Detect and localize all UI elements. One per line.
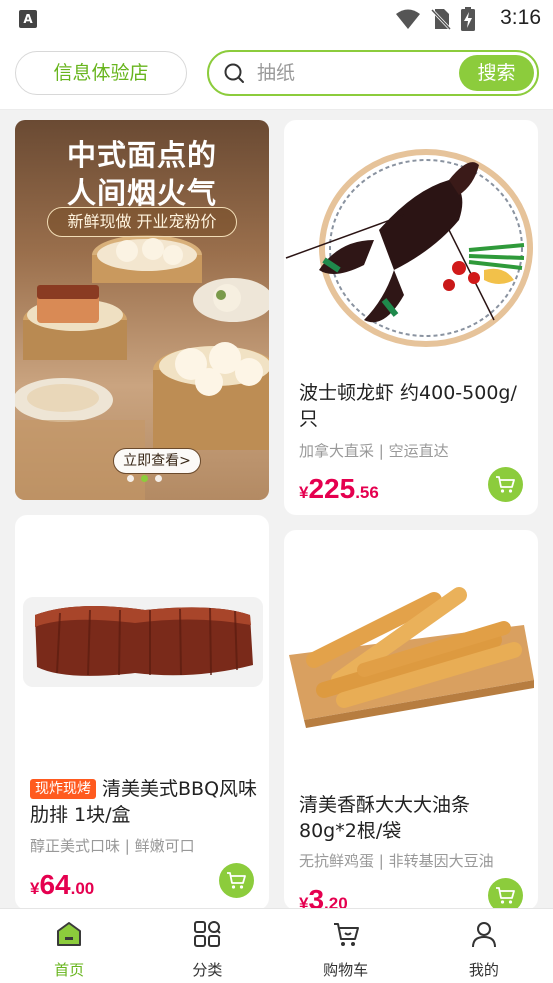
tab-home[interactable]: 首页 <box>0 909 138 983</box>
app-notification-icon: A <box>19 10 37 28</box>
banner-view-now-button[interactable]: 立即查看> <box>113 448 201 474</box>
search-bar[interactable]: 搜索 <box>207 50 539 96</box>
cart-icon <box>496 887 515 904</box>
product-description: 加拿大直采 | 空运直达 <box>299 442 449 460</box>
search-input[interactable] <box>257 59 447 87</box>
tab-cart[interactable]: 购物车 <box>277 909 415 983</box>
carousel-dot-active[interactable] <box>141 475 148 482</box>
product-price: ¥225.56 <box>299 473 379 504</box>
profile-icon <box>471 922 496 948</box>
tab-label: 分类 <box>192 961 223 979</box>
clock: 3:16 <box>500 6 541 29</box>
wifi-icon <box>396 9 420 29</box>
tab-label: 首页 <box>54 961 85 979</box>
banner-title-line2: 人间烟火气 <box>66 176 217 210</box>
carousel-indicator <box>127 475 162 482</box>
tab-label: 购物车 <box>323 961 369 979</box>
bottom-tab-bar: 首页 分类 购物车 我的 <box>0 908 553 983</box>
tab-label: 我的 <box>468 961 499 979</box>
product-image-fried-dough-sticks <box>289 587 534 728</box>
home-icon <box>57 922 82 946</box>
tab-profile[interactable]: 我的 <box>415 909 553 983</box>
product-card[interactable]: 现炸现烤 清美美式BBQ风味肋排 1块/盒 醇正美式口味 | 鲜嫩可口 ¥64.0… <box>15 515 269 910</box>
system-icons <box>395 6 475 32</box>
product-description: 无抗鲜鸡蛋 | 非转基因大豆油 <box>299 852 494 870</box>
product-card[interactable]: 清美香酥大大大油条 80g*2根/袋 无抗鲜鸡蛋 | 非转基因大豆油 ¥3.20 <box>284 530 538 910</box>
product-image-bbq-ribs <box>23 597 263 687</box>
banner-title-line1: 中式面点的 <box>66 138 217 172</box>
product-name[interactable]: 现炸现烤 清美美式BBQ风味肋排 1块/盒 <box>30 776 258 828</box>
search-button[interactable]: 搜索 <box>459 55 534 91</box>
tab-category[interactable]: 分类 <box>138 909 276 983</box>
promo-banner[interactable]: 中式面点的 人间烟火气 新鲜现做 开业宠粉价 立即查看> <box>15 120 269 500</box>
store-selector-button[interactable]: 信息体验店 <box>15 51 187 95</box>
cart-icon <box>496 476 515 493</box>
cart-icon <box>227 872 246 889</box>
search-icon <box>224 63 244 83</box>
status-bar: A 3:16 <box>0 0 553 38</box>
category-icon <box>194 921 222 947</box>
add-to-cart-button[interactable] <box>488 467 523 502</box>
header: 信息体验店 搜索 <box>0 38 553 110</box>
product-card[interactable]: 波士顿龙虾 约400-500g/只 加拿大直采 | 空运直达 ¥225.56 <box>284 120 538 515</box>
product-price: ¥3.20 <box>299 884 348 910</box>
promo-tag: 现炸现烤 <box>30 779 96 799</box>
no-sim-icon <box>431 8 451 30</box>
carousel-dot[interactable] <box>127 475 134 482</box>
banner-subtitle: 新鲜现做 开业宠粉价 <box>47 207 237 237</box>
add-to-cart-button[interactable] <box>488 878 523 910</box>
product-name[interactable]: 清美香酥大大大油条 80g*2根/袋 <box>299 792 527 844</box>
product-price: ¥64.00 <box>30 869 95 900</box>
product-image-lobster <box>285 149 533 347</box>
battery-charging-icon <box>461 7 475 31</box>
product-name[interactable]: 波士顿龙虾 约400-500g/只 <box>299 380 527 432</box>
product-description: 醇正美式口味 | 鲜嫩可口 <box>30 837 195 855</box>
carousel-dot[interactable] <box>155 475 162 482</box>
add-to-cart-button[interactable] <box>219 863 254 898</box>
cart-icon <box>333 923 359 946</box>
